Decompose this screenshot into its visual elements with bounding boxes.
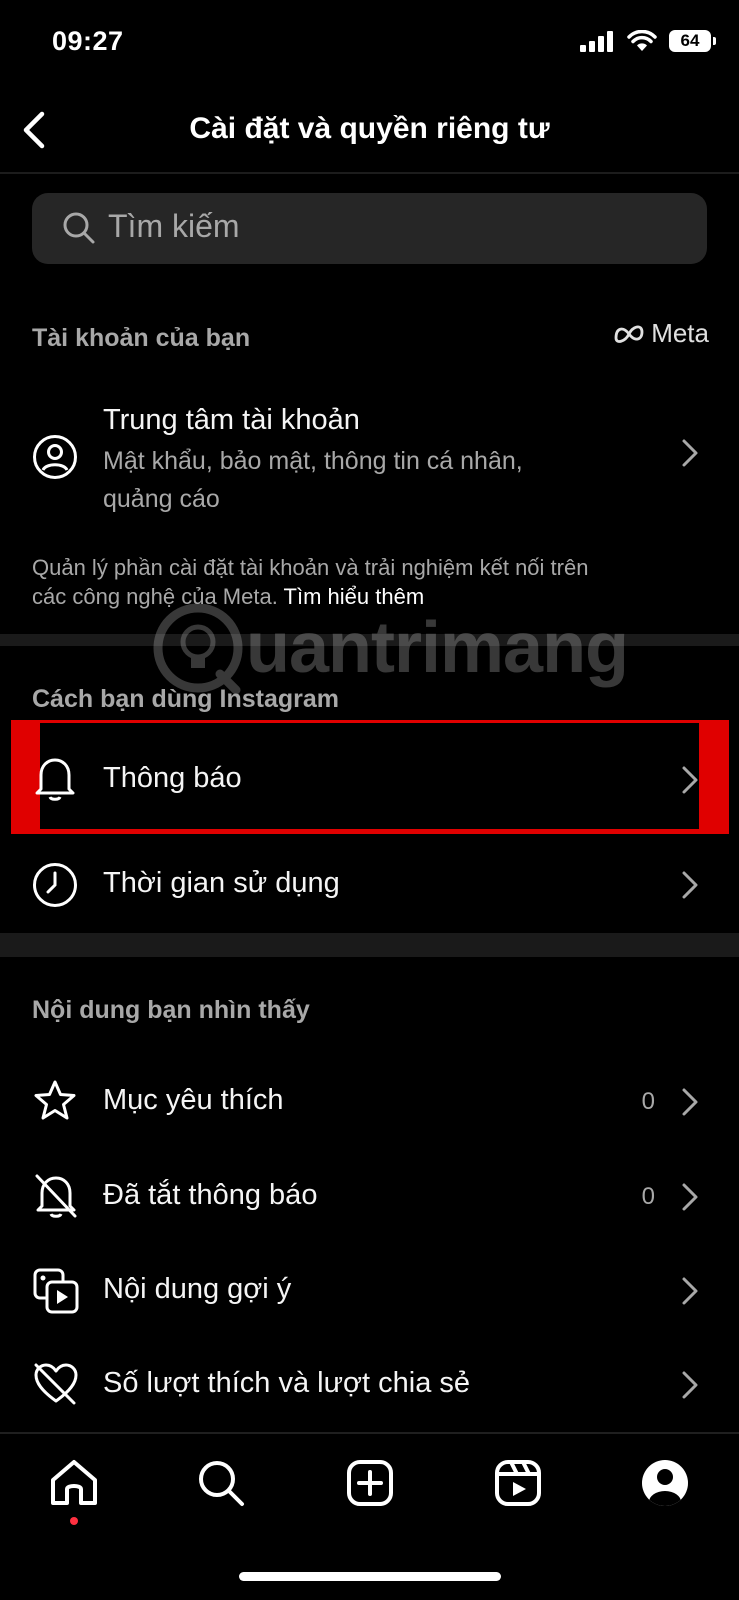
account-circle-icon (33, 435, 77, 479)
signal-icon (580, 31, 613, 52)
notification-dot (70, 1517, 78, 1525)
muted-accounts-count: 0 (641, 1183, 655, 1210)
like-share-counts-row[interactable]: Số lượt thích và lượt chia sẻ (0, 1350, 739, 1420)
account-center-row[interactable]: Trung tâm tài khoản Mật khẩu, bảo mật, t… (0, 392, 739, 522)
search-icon (63, 212, 95, 244)
chevron-right-icon (682, 1371, 698, 1399)
wifi-icon (627, 30, 657, 51)
like-share-counts-label: Số lượt thích và lượt chia sẻ (103, 1367, 471, 1399)
account-center-subtitle-2: quảng cáo (103, 485, 220, 513)
chevron-right-icon (682, 1088, 698, 1116)
status-icons: 64 (579, 30, 716, 52)
status-time: 09:27 (52, 26, 124, 56)
bottom-nav-divider (0, 1432, 739, 1434)
favorites-row[interactable]: Mục yêu thích 0 (0, 1067, 739, 1137)
notifications-row[interactable]: Thông báo (0, 745, 739, 815)
search-input[interactable]: Tìm kiếm (32, 193, 707, 264)
chevron-right-icon (682, 439, 698, 467)
header-divider (0, 172, 739, 174)
battery-indicator: 64 (669, 30, 716, 52)
suggested-content-icon (33, 1268, 79, 1314)
search-icon[interactable] (196, 1458, 246, 1508)
section-label-content: Nội dung bạn nhìn thấy (32, 996, 310, 1024)
section-label-account: Tài khoản của bạn (32, 324, 251, 352)
heart-off-icon (34, 1363, 78, 1405)
favorites-count: 0 (641, 1088, 655, 1115)
chevron-right-icon (682, 1277, 698, 1305)
section-divider (0, 933, 739, 957)
meta-infinity-icon (614, 325, 644, 343)
bell-icon (35, 758, 75, 801)
watermark: uantrimang (150, 600, 629, 696)
page-title: Cài đặt và quyền riêng tư (189, 112, 550, 145)
notifications-label: Thông báo (103, 762, 242, 794)
suggested-content-label: Nội dung gợi ý (103, 1273, 292, 1305)
favorites-label: Mục yêu thích (103, 1084, 284, 1116)
meta-logo: Meta (613, 318, 709, 349)
meta-logo-text: Meta (651, 318, 709, 348)
chevron-right-icon (682, 766, 698, 794)
create-icon[interactable] (345, 1458, 395, 1508)
account-center-title: Trung tâm tài khoản (103, 404, 360, 436)
bell-off-icon (35, 1174, 77, 1218)
muted-accounts-label: Đã tắt thông báo (103, 1179, 318, 1211)
chevron-right-icon (682, 871, 698, 899)
lightbulb-logo-icon (153, 603, 243, 695)
suggested-content-row[interactable]: Nội dung gợi ý (0, 1256, 739, 1326)
time-spent-row[interactable]: Thời gian sử dụng (0, 850, 739, 920)
account-center-subtitle-1: Mật khẩu, bảo mật, thông tin cá nhân, (103, 447, 523, 475)
chevron-right-icon (682, 1183, 698, 1211)
home-indicator (239, 1572, 501, 1581)
home-icon[interactable] (49, 1458, 99, 1508)
account-note-line-1: Quản lý phần cài đặt tài khoản và trải n… (32, 555, 589, 580)
time-spent-label: Thời gian sử dụng (103, 867, 340, 899)
star-icon (34, 1080, 76, 1120)
profile-icon[interactable] (640, 1458, 690, 1508)
section-label-usage: Cách bạn dùng Instagram (32, 685, 339, 713)
muted-accounts-row[interactable]: Đã tắt thông báo 0 (0, 1162, 739, 1232)
clock-icon (33, 863, 77, 907)
reels-icon[interactable] (493, 1458, 543, 1508)
watermark-text: uantrimang (246, 608, 629, 688)
search-placeholder: Tìm kiếm (108, 208, 240, 244)
